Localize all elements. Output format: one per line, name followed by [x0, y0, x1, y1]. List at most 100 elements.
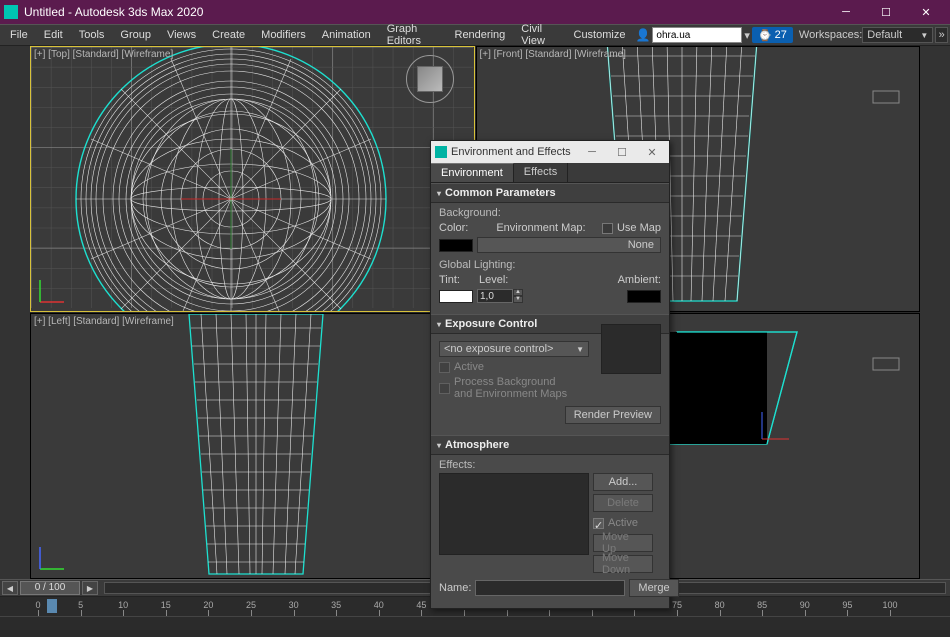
process-bg-label: Process Background and Environment Maps: [454, 376, 567, 400]
rollout-atmosphere[interactable]: Atmosphere: [431, 435, 669, 455]
dialog-maximize[interactable]: ☐: [609, 143, 635, 161]
titlebar: Untitled - Autodesk 3ds Max 2020 ─ ☐ ✕: [0, 0, 950, 24]
dialog-tabs: Environment Effects: [431, 163, 669, 183]
menu-civil-view[interactable]: Civil View: [513, 21, 565, 49]
signin-field[interactable]: ohra.ua: [652, 27, 742, 43]
next-key-button[interactable]: ▶: [82, 581, 98, 595]
menu-graph-editors[interactable]: Graph Editors: [379, 21, 447, 49]
menu-rendering[interactable]: Rendering: [447, 27, 514, 43]
tick: [677, 610, 678, 616]
menu-group[interactable]: Group: [112, 27, 159, 43]
name-label: Name:: [439, 582, 471, 594]
viewcube[interactable]: [404, 53, 456, 105]
menu-overflow[interactable]: »: [935, 27, 948, 43]
maximize-button[interactable]: ☐: [866, 0, 906, 24]
level-label: Level:: [479, 274, 529, 286]
exposure-preview: [601, 324, 661, 374]
usemap-checkbox[interactable]: [602, 223, 613, 234]
atmo-active-check[interactable]: ✓: [593, 518, 604, 529]
menu-file[interactable]: File: [2, 27, 36, 43]
tick: [805, 610, 806, 616]
level-input[interactable]: [477, 289, 513, 303]
viewport-top[interactable]: [+] [Top] [Standard] [Wireframe]: [30, 46, 475, 312]
tick-label: 80: [715, 600, 725, 610]
tint-swatch[interactable]: [439, 290, 473, 303]
exposure-value: <no exposure control>: [444, 343, 553, 355]
render-preview-button[interactable]: Render Preview: [565, 406, 661, 424]
bg-color-swatch[interactable]: [439, 239, 473, 252]
menu-animation[interactable]: Animation: [314, 27, 379, 43]
tick: [464, 610, 465, 616]
dialog-close[interactable]: ✕: [639, 143, 665, 161]
level-spinner[interactable]: ▲▼: [477, 289, 523, 303]
moveup-button[interactable]: Move Up: [593, 534, 653, 552]
merge-button[interactable]: Merge: [629, 579, 678, 597]
tick-label: 5: [78, 600, 83, 610]
usemap-label: Use Map: [617, 222, 661, 234]
tab-environment[interactable]: Environment: [431, 163, 514, 182]
timeslider-handle[interactable]: 0 / 100: [20, 581, 80, 595]
tick-label: 85: [757, 600, 767, 610]
environment-dialog: Environment and Effects ─ ☐ ✕ Environmen…: [430, 140, 670, 609]
tick-label: 25: [246, 600, 256, 610]
menu-customize[interactable]: Customize: [566, 27, 634, 43]
tint-label: Tint:: [439, 274, 475, 286]
viewport-top-label: [+] [Top] [Standard] [Wireframe]: [34, 49, 173, 60]
rollout-common[interactable]: Common Parameters: [431, 183, 669, 203]
close-button[interactable]: ✕: [906, 0, 946, 24]
tick: [720, 610, 721, 616]
window-title: Untitled - Autodesk 3ds Max 2020: [24, 5, 826, 19]
viewport-left[interactable]: [+] [Left] [Standard] [Wireframe]: [30, 313, 475, 579]
exposure-dropdown[interactable]: <no exposure control>▼: [439, 341, 589, 357]
movedown-button[interactable]: Move Down: [593, 555, 653, 573]
envmap-label: Environment Map:: [496, 222, 585, 234]
ambient-swatch[interactable]: [627, 290, 661, 303]
ground-icon: [871, 352, 901, 374]
spin-down-icon[interactable]: ▼: [513, 296, 523, 303]
menu-modifiers[interactable]: Modifiers: [253, 27, 314, 43]
workspace-select[interactable]: Default▼: [862, 27, 933, 43]
tab-effects[interactable]: Effects: [514, 163, 568, 182]
tick-label: 35: [331, 600, 341, 610]
dialog-titlebar[interactable]: Environment and Effects ─ ☐ ✕: [431, 141, 669, 163]
tick-label: 75: [672, 600, 682, 610]
key-icon: ⌚: [758, 29, 772, 42]
scrub-handle[interactable]: [47, 599, 57, 613]
tick: [634, 610, 635, 616]
background-label: Background:: [439, 207, 661, 219]
process-bg-check: [439, 383, 450, 394]
wireframe-left: [161, 314, 351, 579]
app-icon: [4, 5, 18, 19]
menu-views[interactable]: Views: [159, 27, 204, 43]
tick: [762, 610, 763, 616]
dialog-minimize[interactable]: ─: [579, 143, 605, 161]
exposure-active-check: [439, 362, 450, 373]
dialog-app-icon: [435, 146, 447, 158]
user-icon: 👤: [635, 28, 650, 42]
tick: [890, 610, 891, 616]
delete-button[interactable]: Delete: [593, 494, 653, 512]
tick-label: 30: [289, 600, 299, 610]
menu-create[interactable]: Create: [204, 27, 253, 43]
minimize-button[interactable]: ─: [826, 0, 866, 24]
menu-edit[interactable]: Edit: [36, 27, 71, 43]
name-input[interactable]: [475, 580, 625, 596]
key-badge[interactable]: ⌚ 27: [752, 27, 793, 43]
effects-listbox[interactable]: [439, 473, 589, 555]
prev-key-button[interactable]: ◀: [2, 581, 18, 595]
left-rail: [0, 46, 30, 579]
axis-gizmo: [36, 274, 68, 306]
menubar: File Edit Tools Group Views Create Modif…: [0, 24, 950, 46]
tick-label: 90: [800, 600, 810, 610]
menu-tools[interactable]: Tools: [71, 27, 113, 43]
spin-up-icon[interactable]: ▲: [513, 289, 523, 296]
tick: [379, 610, 380, 616]
tick-label: 100: [882, 600, 897, 610]
tick-label: 45: [416, 600, 426, 610]
tick: [847, 610, 848, 616]
wireframe-persp: [657, 324, 817, 464]
ambient-label: Ambient:: [618, 274, 661, 286]
add-button[interactable]: Add...: [593, 473, 653, 491]
tick: [208, 610, 209, 616]
envmap-slot[interactable]: None: [477, 237, 661, 253]
